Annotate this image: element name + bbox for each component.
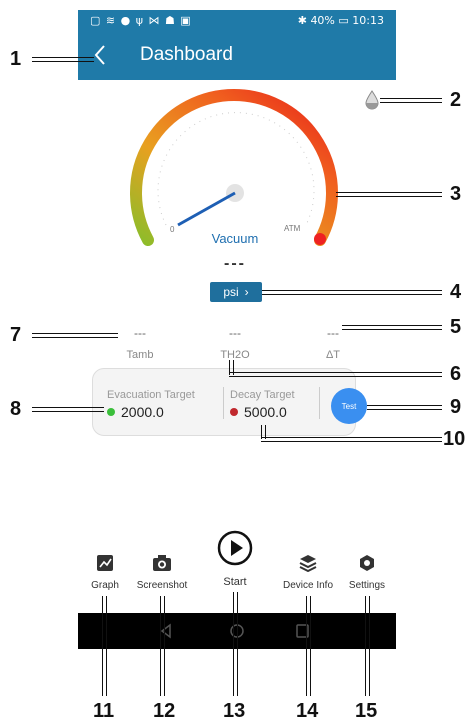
callout-number: 1: [10, 48, 22, 70]
play-icon: [217, 530, 253, 566]
evacuation-target-value: 2000.0: [121, 404, 164, 420]
delta-t-label: ΔT: [325, 349, 341, 361]
gauge-end-marker: [314, 233, 326, 245]
nav-settings-label: Settings: [348, 580, 386, 591]
callout-leader: [233, 592, 238, 696]
th2o-value: ---: [229, 326, 241, 340]
callout-leader: [102, 596, 107, 696]
gauge-min-label: 0: [170, 225, 175, 234]
decay-status-dot: [230, 408, 238, 416]
chevron-right-icon: ›: [244, 285, 249, 299]
callout-leader: [229, 372, 442, 377]
callout-leader: [160, 596, 165, 696]
battery-level: 40%: [310, 14, 335, 27]
gauge-mode-label: Vacuum: [212, 231, 259, 246]
targets-card: Evacuation Target 2000.0 Decay Target 50…: [92, 368, 356, 436]
th2o-label: TH2O: [220, 349, 250, 361]
nav-graph-label: Graph: [91, 580, 119, 591]
callout-leader: [342, 325, 442, 330]
gauge-arc: [130, 89, 338, 246]
callout-leader: [365, 596, 370, 696]
callout-number: 14: [296, 700, 319, 722]
callout-number: 6: [450, 363, 462, 385]
callout-number: 11: [93, 700, 115, 722]
evacuation-target-label: Evacuation Target: [107, 389, 195, 401]
gauge-max-label: ATM: [284, 224, 301, 233]
decay-target[interactable]: Decay Target 5000.0: [224, 369, 317, 435]
nav-device-info[interactable]: Device Info: [278, 552, 338, 591]
pressure-gauge: 0 ATM Vacuum: [130, 89, 338, 246]
callout-number: 3: [450, 183, 462, 205]
tamb-label: Tamb: [126, 349, 154, 361]
callout-leader: [32, 407, 104, 412]
callout-leader: [262, 290, 442, 295]
gauge-value: ---: [224, 255, 246, 272]
nav-start[interactable]: Start: [205, 530, 265, 588]
callout-number: 2: [450, 89, 462, 111]
callout-leader: [261, 437, 442, 442]
callout-leader: [336, 192, 442, 197]
decay-target-value: 5000.0: [244, 404, 287, 420]
layers-icon: [299, 555, 317, 572]
graph-icon: [97, 555, 113, 571]
camera-icon: [153, 555, 171, 571]
page-title: Dashboard: [140, 44, 233, 65]
divider: [319, 387, 320, 419]
unit-label: psi: [223, 285, 239, 299]
callout-number: 13: [223, 700, 246, 722]
battery-icon: ▭: [338, 14, 349, 27]
nav-graph[interactable]: Graph: [75, 552, 135, 591]
nav-settings[interactable]: Settings: [337, 552, 397, 591]
callout-number: 8: [10, 398, 22, 420]
back-arrow-icon: [94, 45, 105, 65]
settings-icon: [360, 555, 374, 571]
callout-leader: [367, 405, 442, 410]
callout-number: 15: [355, 700, 378, 722]
nav-screenshot[interactable]: Screenshot: [132, 552, 192, 591]
status-bar: ▢ ≋ ● ψ ⋈ ☗ ▣ ✱ 40% ▭ 10:13: [78, 10, 396, 30]
tamb-value: ---: [134, 326, 146, 340]
nav-start-label: Start: [223, 576, 247, 588]
callout-leader: [32, 57, 94, 62]
callout-leader: [306, 596, 311, 696]
gauge-ticks: [157, 112, 315, 226]
test-button[interactable]: Test: [331, 388, 367, 424]
callout-number: 4: [450, 281, 462, 303]
nav-device-info-label: Device Info: [282, 580, 334, 591]
back-button[interactable]: [86, 40, 116, 70]
callout-number: 10: [443, 428, 466, 450]
clock: 10:13: [352, 14, 384, 27]
callout-number: 12: [153, 700, 176, 722]
callout-number: 9: [450, 396, 462, 418]
callout-number: 7: [10, 324, 22, 346]
nav-screenshot-label: Screenshot: [136, 580, 188, 591]
evacuation-target[interactable]: Evacuation Target 2000.0: [93, 369, 219, 435]
status-icons: ▢ ≋ ● ψ ⋈ ☗ ▣: [90, 14, 192, 27]
bluetooth-icon: ✱: [297, 14, 307, 27]
callout-leader: [32, 333, 118, 338]
water-drop-icon[interactable]: [362, 88, 382, 112]
app-bar: Dashboard: [78, 30, 396, 80]
gauge-needle: [177, 191, 236, 227]
evacuation-status-dot: [107, 408, 115, 416]
unit-button[interactable]: psi ›: [210, 282, 262, 302]
decay-target-label: Decay Target: [230, 389, 295, 401]
callout-number: 5: [450, 316, 462, 338]
callout-leader: [380, 98, 442, 103]
